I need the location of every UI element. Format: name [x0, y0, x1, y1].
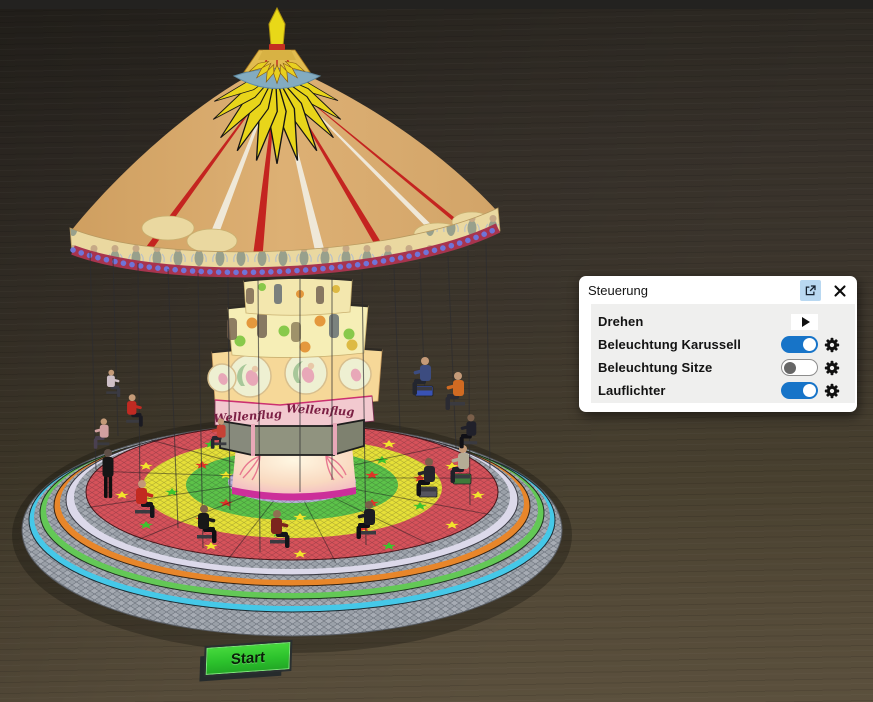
toggle-beleuchtung-sitze[interactable] [781, 359, 818, 376]
row-label: Lauflichter [598, 383, 666, 398]
row-label: Beleuchtung Karussell [598, 337, 741, 352]
close-icon [833, 284, 846, 297]
person [93, 418, 110, 449]
control-window: Steuerung Drehen Beleuchtung Karussell B… [579, 276, 857, 412]
person [106, 369, 121, 398]
row-beleuchtung-sitze: Beleuchtung Sitze [591, 356, 855, 379]
gear-icon [824, 360, 840, 375]
gear-icon [824, 383, 840, 398]
play-button[interactable] [791, 313, 818, 330]
gear-spacer [824, 314, 840, 330]
row-label: Beleuchtung Sitze [598, 360, 713, 375]
control-window-titlebar[interactable]: Steuerung [579, 276, 857, 305]
pop-out-icon [805, 285, 816, 296]
person [445, 372, 465, 410]
row-beleuchtung-karussell: Beleuchtung Karussell [591, 333, 855, 356]
person [126, 394, 143, 427]
row-drehen: Drehen [591, 310, 855, 333]
window-title: Steuerung [588, 283, 648, 298]
control-panel: Drehen Beleuchtung Karussell Beleuchtung… [591, 304, 855, 403]
base-panels [219, 418, 365, 457]
popout-button[interactable] [800, 280, 821, 301]
toggle-beleuchtung-karussell[interactable] [781, 336, 818, 353]
row-lauflichter: Lauflichter [591, 379, 855, 402]
person [459, 414, 478, 449]
play-icon [801, 316, 810, 327]
gear-button[interactable] [824, 337, 840, 353]
gear-button[interactable] [824, 360, 840, 376]
gear-button[interactable] [824, 383, 840, 399]
person [412, 357, 434, 397]
close-button[interactable] [829, 280, 850, 301]
toggle-lauflichter[interactable] [781, 382, 818, 399]
row-label: Drehen [598, 314, 644, 329]
roof-finial [232, 6, 322, 89]
carousel-roof [69, 6, 501, 278]
gear-icon [824, 337, 840, 352]
